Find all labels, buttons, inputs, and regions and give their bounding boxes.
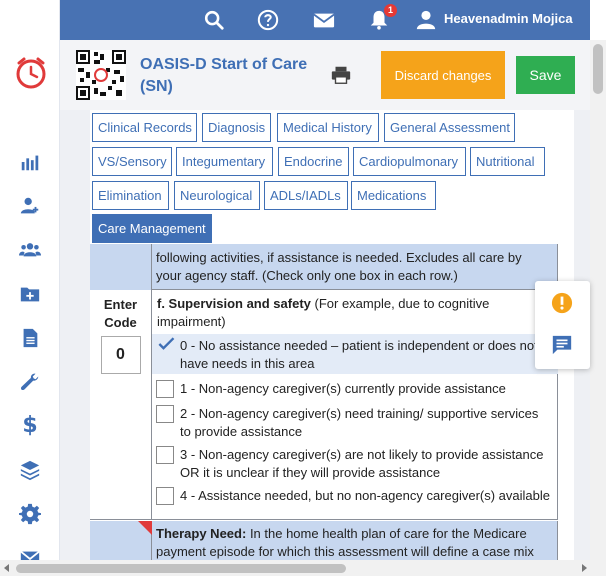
discard-changes-button[interactable]: Discard changes (381, 51, 505, 99)
option-2[interactable]: 2 - Non-agency caregiver(s) need trainin… (152, 403, 558, 443)
option-label: 3 - Non-agency caregiver(s) are not like… (180, 447, 544, 480)
tab-diagnosis[interactable]: Diagnosis (202, 113, 271, 142)
table-cell-description: following activities, if assistance is n… (152, 244, 558, 290)
option-label: 1 - Non-agency caregiver(s) currently pr… (180, 381, 506, 396)
option-0[interactable]: 0 - No assistance needed – patient is in… (152, 334, 558, 374)
user-name[interactable]: Heavenadmin Mojica (444, 11, 573, 26)
chart-icon[interactable] (18, 150, 42, 174)
checkbox[interactable] (156, 446, 174, 464)
therapy-need-text: Therapy Need: In the home health plan of… (152, 525, 552, 560)
tab-medical-history[interactable]: Medical History (277, 113, 379, 142)
question-text: f. Supervision and safety (For example, … (157, 295, 552, 331)
help-icon[interactable] (256, 8, 280, 32)
user-add-icon[interactable] (18, 194, 42, 218)
tab-integumentary[interactable]: Integumentary (176, 147, 273, 176)
gear-icon[interactable] (18, 502, 42, 526)
tab-medications[interactable]: Medications (351, 181, 436, 210)
tab-general-assessment[interactable]: General Assessment (384, 113, 515, 142)
user-icon[interactable] (414, 8, 438, 32)
question-title: f. Supervision and safety (157, 296, 311, 311)
wrench-icon[interactable] (18, 370, 42, 394)
therapy-need-title: Therapy Need: (156, 526, 247, 541)
notification-badge: 1 (384, 4, 397, 17)
sidebar: $ (0, 0, 60, 576)
option-label: 4 - Assistance needed, but no non-agency… (180, 488, 550, 503)
table-cell-left (90, 244, 152, 290)
floating-actions (535, 281, 590, 369)
question-cell: f. Supervision and safety (For example, … (152, 290, 558, 520)
scroll-left-icon[interactable] (4, 564, 9, 572)
qr-code-icon (76, 50, 126, 100)
form-content: Clinical Records Diagnosis Medical Histo… (90, 110, 574, 560)
folder-add-icon[interactable] (18, 282, 42, 306)
tab-clinical-records[interactable]: Clinical Records (92, 113, 197, 142)
section-tabs: Clinical Records Diagnosis Medical Histo… (90, 110, 574, 244)
horizontal-scroll-thumb[interactable] (16, 564, 346, 573)
required-marker (138, 521, 152, 535)
tab-neurological[interactable]: Neurological (174, 181, 260, 210)
tab-vs-sensory[interactable]: VS/Sensory (92, 147, 172, 176)
enter-code-cell: Enter Code 0 (90, 290, 152, 520)
layers-icon[interactable] (18, 458, 42, 482)
tab-endocrine[interactable]: Endocrine (278, 147, 349, 176)
top-bar: 1 Heavenadmin Mojica (60, 0, 590, 40)
code-input[interactable]: 0 (100, 336, 141, 374)
mail-icon[interactable] (312, 8, 336, 32)
search-icon[interactable] (202, 8, 226, 32)
option-label: 2 - Non-agency caregiver(s) need trainin… (180, 406, 539, 439)
main-area: OASIS-D Start of Care (SN) Discard chang… (60, 40, 590, 560)
checkmark-icon[interactable] (156, 334, 178, 356)
therapy-need-cell: Therapy Need: In the home health plan of… (152, 521, 558, 560)
scroll-right-icon[interactable] (582, 564, 587, 572)
instruction-text: following activities, if assistance is n… (156, 250, 522, 283)
tab-cardiopulmonary[interactable]: Cardiopulmonary (353, 147, 466, 176)
alert-icon[interactable] (551, 292, 573, 314)
enter-code-label: Enter Code (103, 297, 138, 330)
dollar-icon[interactable]: $ (18, 414, 42, 438)
form-header: OASIS-D Start of Care (SN) Discard chang… (60, 40, 590, 110)
save-button[interactable]: Save (516, 56, 575, 94)
tab-nutritional[interactable]: Nutritional (470, 147, 545, 176)
document-icon[interactable] (18, 326, 42, 350)
checkbox[interactable] (156, 380, 174, 398)
app-logo-icon[interactable] (13, 55, 49, 91)
option-4[interactable]: 4 - Assistance needed, but no non-agency… (152, 485, 558, 525)
horizontal-scrollbar[interactable] (0, 560, 606, 576)
tab-care-management[interactable]: Care Management (92, 214, 212, 243)
users-icon[interactable] (18, 238, 42, 262)
option-1[interactable]: 1 - Non-agency caregiver(s) currently pr… (152, 378, 558, 400)
option-3[interactable]: 3 - Non-agency caregiver(s) are not like… (152, 444, 558, 484)
page-title: OASIS-D Start of Care (SN) (140, 56, 308, 95)
tab-elimination[interactable]: Elimination (92, 181, 169, 210)
chat-icon[interactable] (551, 334, 573, 356)
checkbox[interactable] (156, 487, 174, 505)
assessment-table: following activities, if assistance is n… (90, 244, 574, 560)
checkbox[interactable] (156, 405, 174, 423)
tab-adls-iadls[interactable]: ADLs/IADLs (264, 181, 348, 210)
option-label: 0 - No assistance needed – patient is in… (180, 338, 538, 371)
vertical-scrollbar[interactable] (590, 40, 606, 560)
vertical-scroll-thumb[interactable] (593, 44, 603, 94)
print-icon[interactable] (330, 64, 352, 86)
bell-icon[interactable]: 1 (367, 4, 397, 32)
